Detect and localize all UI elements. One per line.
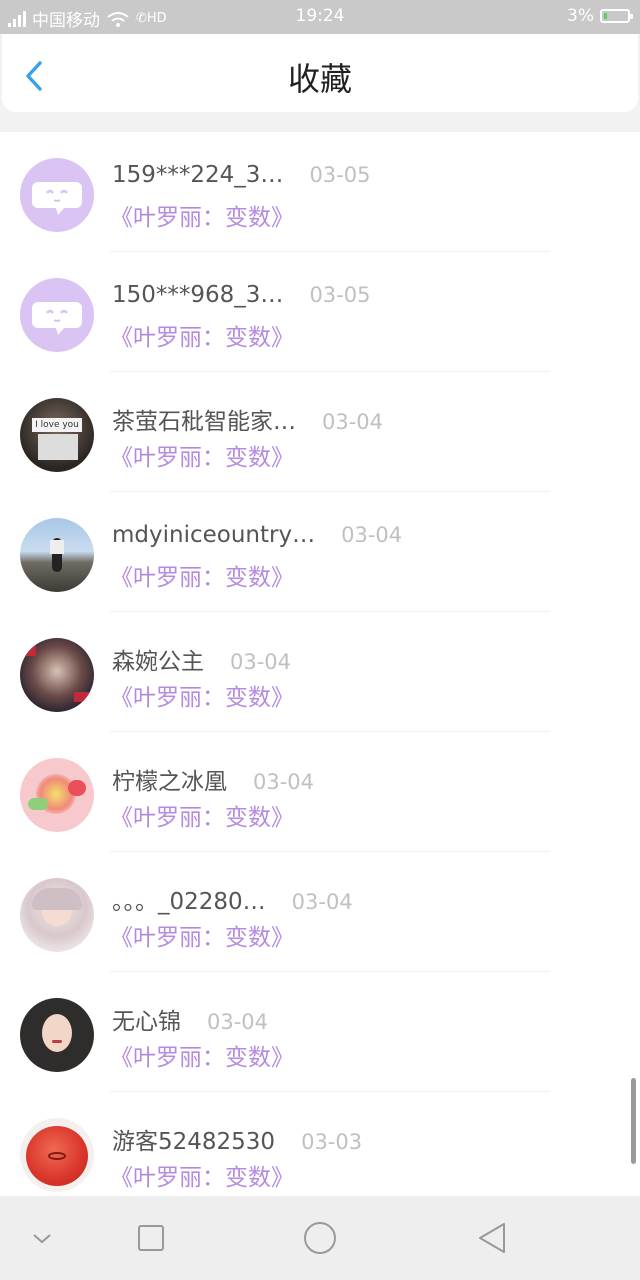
list-item[interactable]: 。。。_02280… 03-04 《叶罗丽：变数》 [0, 852, 640, 972]
default-chat-avatar-icon [20, 158, 94, 232]
item-book-link[interactable]: 《叶罗丽：变数》 [110, 1158, 294, 1192]
item-date: 03-05 [309, 163, 371, 187]
item-date: 03-04 [253, 770, 315, 794]
item-title: 无心锦 03-04 [112, 1009, 269, 1035]
page-title: 收藏 [287, 60, 352, 98]
item-title: mdyiniceountry… 03-04 [112, 522, 403, 548]
user-avatar [20, 878, 94, 952]
item-date: 03-04 [291, 890, 353, 914]
item-book-link[interactable]: 《叶罗丽：变数》 [110, 318, 294, 352]
battery-icon [600, 9, 633, 23]
item-date: 03-04 [322, 410, 384, 434]
list-item[interactable]: 150***968_3… 03-05 《叶罗丽：变数》 [0, 252, 640, 372]
list-item[interactable]: 159***224_3… 03-05 《叶罗丽：变数》 [0, 132, 640, 252]
item-date: 03-04 [230, 650, 292, 674]
user-avatar [20, 758, 94, 832]
user-avatar [20, 1118, 94, 1192]
user-avatar: I love you [20, 398, 94, 472]
list-item[interactable]: 游客52482530 03-03 《叶罗丽：变数》 [0, 1092, 640, 1212]
scrollbar[interactable] [631, 1078, 636, 1164]
item-book-link[interactable]: 《叶罗丽：变数》 [110, 1038, 294, 1072]
system-nav-bar [0, 1196, 640, 1280]
item-title: 柠檬之冰凰 03-04 [112, 769, 315, 795]
user-avatar [20, 638, 94, 712]
battery-percent: 3% [567, 6, 594, 26]
user-avatar [20, 518, 94, 592]
user-avatar [20, 998, 94, 1072]
avatar-note: I love you [32, 418, 82, 432]
list-item[interactable]: 无心锦 03-04 《叶罗丽：变数》 [0, 972, 640, 1092]
back-icon[interactable] [470, 1216, 514, 1260]
item-date: 03-05 [309, 283, 371, 307]
collapse-icon[interactable] [20, 1216, 64, 1260]
item-date: 03-03 [301, 1130, 363, 1154]
home-icon[interactable] [298, 1216, 342, 1260]
item-title: 茶萤石秕智能家… 03-04 [112, 409, 384, 435]
item-book-link[interactable]: 《叶罗丽：变数》 [110, 198, 294, 232]
item-book-link[interactable]: 《叶罗丽：变数》 [110, 798, 294, 832]
item-title: 159***224_3… 03-05 [112, 162, 371, 188]
status-time: 19:24 [295, 6, 345, 26]
top-bar: 收藏 [2, 34, 638, 112]
favorites-list: 159***224_3… 03-05 《叶罗丽：变数》 150***968_3… 0… [0, 132, 640, 1196]
list-item[interactable]: mdyiniceountry… 03-04 《叶罗丽：变数》 [0, 492, 640, 612]
item-title: 森婉公主 03-04 [112, 649, 292, 675]
status-bar: 中国移动 ✆HD 19:24 3% [0, 0, 640, 34]
item-date: 03-04 [207, 1010, 269, 1034]
recents-icon[interactable] [129, 1216, 173, 1260]
item-title: 。。。_02280… 03-04 [112, 889, 353, 915]
default-chat-avatar-icon [20, 278, 94, 352]
item-book-link[interactable]: 《叶罗丽：变数》 [110, 918, 294, 952]
list-item[interactable]: 森婉公主 03-04 《叶罗丽：变数》 [0, 612, 640, 732]
item-title: 150***968_3… 03-05 [112, 282, 371, 308]
item-title: 游客52482530 03-03 [112, 1129, 363, 1155]
item-book-link[interactable]: 《叶罗丽：变数》 [110, 558, 294, 592]
list-item[interactable]: I love you 茶萤石秕智能家… 03-04 《叶罗丽：变数》 [0, 372, 640, 492]
item-book-link[interactable]: 《叶罗丽：变数》 [110, 438, 294, 472]
item-date: 03-04 [341, 523, 403, 547]
list-item[interactable]: 柠檬之冰凰 03-04 《叶罗丽：变数》 [0, 732, 640, 852]
item-book-link[interactable]: 《叶罗丽：变数》 [110, 678, 294, 712]
